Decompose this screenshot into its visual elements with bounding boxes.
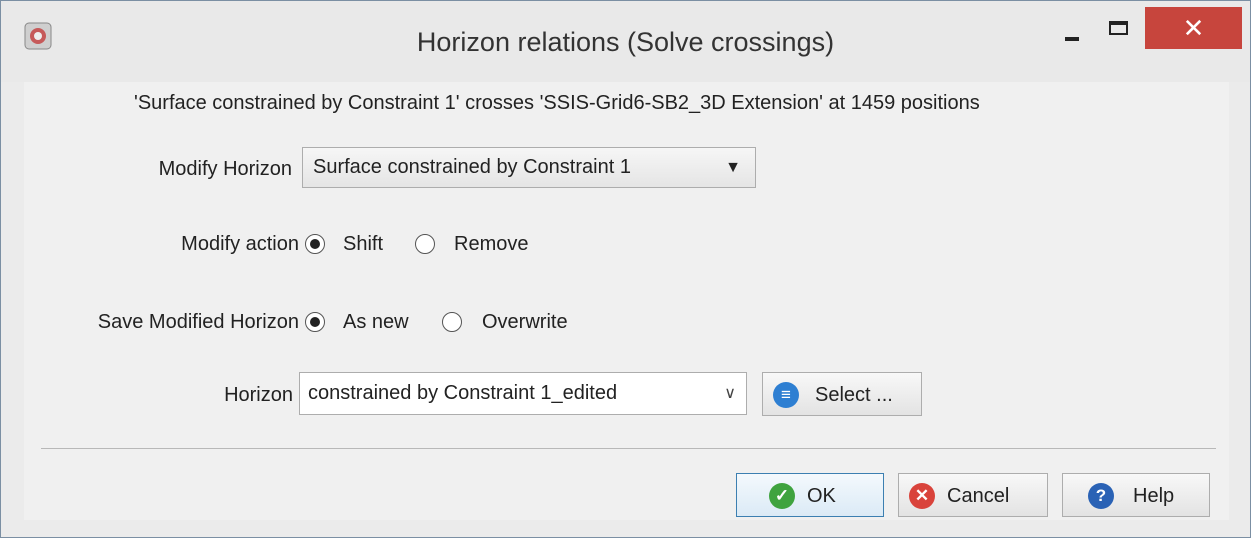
list-icon: ≡ xyxy=(773,382,799,408)
crossing-message: 'Surface constrained by Constraint 1' cr… xyxy=(134,92,980,114)
dialog-content: 'Surface constrained by Constraint 1' cr… xyxy=(24,82,1229,520)
cancel-button[interactable]: ✕ Cancel xyxy=(898,473,1048,517)
close-icon: ✕ xyxy=(1182,13,1205,43)
modify-horizon-value: Surface constrained by Constraint 1 xyxy=(313,156,631,178)
modify-horizon-dropdown[interactable]: Surface constrained by Constraint 1 ▼ xyxy=(302,147,756,188)
title-bar[interactable]: Horizon relations (Solve crossings) ✕ xyxy=(1,1,1250,82)
select-label: Select ... xyxy=(815,384,893,406)
chevron-down-icon[interactable]: ∨ xyxy=(724,373,736,414)
chevron-down-icon: ▼ xyxy=(725,159,741,176)
radio-remove[interactable] xyxy=(415,234,435,254)
help-label: Help xyxy=(1133,485,1175,507)
modify-action-label: Modify action xyxy=(181,233,299,255)
as-new-label: As new xyxy=(343,311,409,333)
maximize-button[interactable] xyxy=(1096,7,1144,49)
check-icon: ✓ xyxy=(769,483,795,509)
remove-label: Remove xyxy=(454,233,529,255)
radio-overwrite[interactable] xyxy=(442,312,462,332)
minimize-button[interactable] xyxy=(1059,7,1093,49)
modify-horizon-label: Modify Horizon xyxy=(158,158,292,180)
question-icon: ? xyxy=(1088,483,1114,509)
save-modified-label: Save Modified Horizon xyxy=(97,311,299,333)
maximize-icon xyxy=(1109,21,1128,35)
minimize-icon xyxy=(1065,37,1079,41)
dialog-window: Horizon relations (Solve crossings) ✕ 'S… xyxy=(0,0,1251,538)
horizon-name-combo[interactable]: constrained by Constraint 1_edited ∨ xyxy=(299,372,747,415)
overwrite-label: Overwrite xyxy=(482,311,568,333)
horizon-name-value: constrained by Constraint 1_edited xyxy=(308,382,618,404)
radio-as-new[interactable] xyxy=(305,312,325,332)
shift-label: Shift xyxy=(343,233,384,255)
horizon-label: Horizon xyxy=(224,384,293,406)
help-button[interactable]: ? Help xyxy=(1062,473,1210,517)
close-button[interactable]: ✕ xyxy=(1145,7,1242,49)
radio-shift[interactable] xyxy=(305,234,325,254)
x-circle-icon: ✕ xyxy=(909,483,935,509)
cancel-label: Cancel xyxy=(947,485,1010,507)
ok-button[interactable]: ✓ OK xyxy=(736,473,884,517)
select-button[interactable]: ≡ Select ... xyxy=(762,372,922,416)
ok-label: OK xyxy=(807,485,836,507)
separator xyxy=(41,448,1216,449)
